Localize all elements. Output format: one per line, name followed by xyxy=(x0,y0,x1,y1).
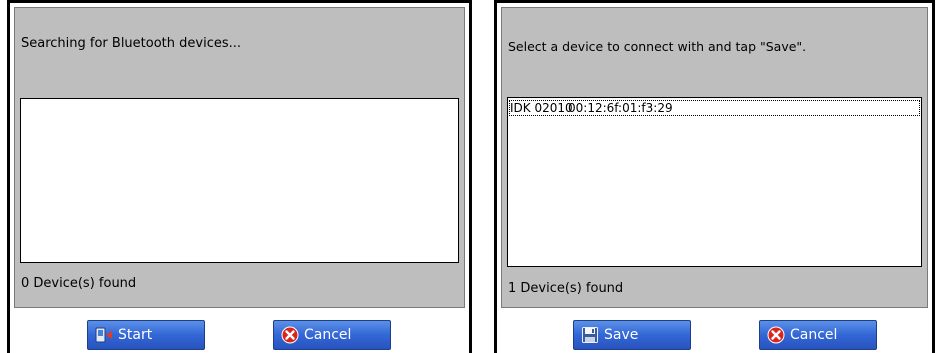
select-prompt: Select a device to connect with and tap … xyxy=(508,39,807,54)
start-button[interactable]: Start xyxy=(87,320,205,350)
device-name: IDK 02010 xyxy=(510,101,573,115)
device-list-item[interactable]: IDK 0201000:12:6f:01:f3:29 xyxy=(509,100,920,116)
content-panel: Searching for Bluetooth devices... 0 Dev… xyxy=(14,7,465,308)
screen: Searching for Bluetooth devices... 0 Dev… xyxy=(0,0,941,353)
floppy-disk-icon xyxy=(580,325,600,345)
start-button-label: Start xyxy=(118,327,153,343)
device-count-status: 1 Device(s) found xyxy=(508,281,624,296)
save-button-label: Save xyxy=(604,327,639,343)
red-x-circle-icon xyxy=(766,325,786,345)
save-button[interactable]: Save xyxy=(573,320,691,350)
device-bluetooth-icon xyxy=(94,325,114,345)
cancel-button-label: Cancel xyxy=(790,327,838,343)
cancel-button[interactable]: Cancel xyxy=(273,320,391,350)
bluetooth-select-dialog: Select a device to connect with and tap … xyxy=(494,0,935,353)
bluetooth-search-dialog: Searching for Bluetooth devices... 0 Dev… xyxy=(7,0,472,353)
device-count-status: 0 Device(s) found xyxy=(21,276,137,291)
search-prompt: Searching for Bluetooth devices... xyxy=(21,36,242,51)
device-list[interactable] xyxy=(20,98,459,263)
cancel-button-label: Cancel xyxy=(304,327,352,343)
device-address: 00:12:6f:01:f3:29 xyxy=(568,101,673,115)
cancel-button[interactable]: Cancel xyxy=(759,320,877,350)
content-panel: Select a device to connect with and tap … xyxy=(501,7,928,308)
device-list[interactable]: IDK 0201000:12:6f:01:f3:29 xyxy=(507,97,922,267)
red-x-circle-icon xyxy=(280,325,300,345)
